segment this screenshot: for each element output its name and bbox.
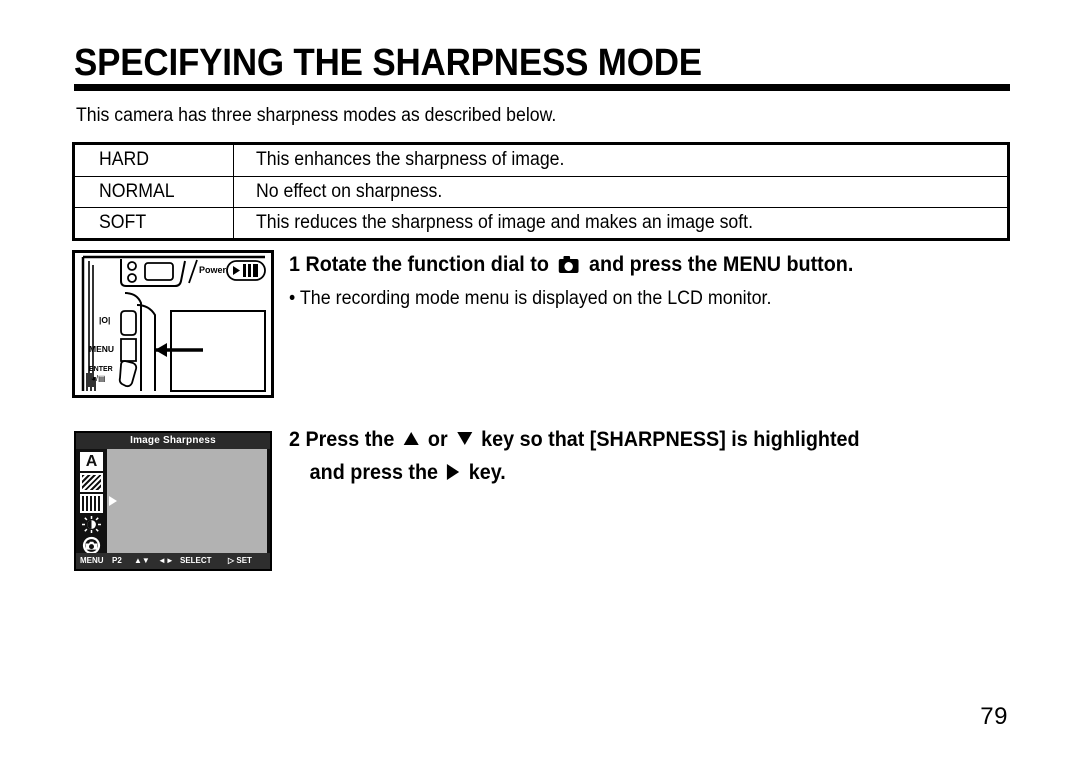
lcd-status-bar: MENU P2 ▲▼ ◄► SELECT ▷ SET [76, 553, 270, 569]
lcd-icon-column: A [76, 449, 107, 555]
menu-pointer-arrow-head [155, 343, 167, 357]
lcd-menu-illustration: Image Sharpness A MENU P2 ▲▼ ◄► SELECT ▷… [74, 431, 272, 571]
step-2-text-d: and press the [309, 461, 439, 485]
step-1-heading: 1 Rotate the function dial to and press … [289, 253, 853, 277]
mode-description: This enhances the sharpness of image. [255, 149, 564, 171]
mode-label: NORMAL [99, 180, 175, 202]
step-1-heading-after: and press the MENU button. [589, 253, 854, 276]
table-cell-mode: SOFT [75, 206, 234, 238]
table-row: HARD This enhances the sharpness of imag… [75, 145, 1007, 177]
status-page-label: P2 [112, 556, 122, 565]
step-2: 2 Press the or key so that [SHARPNESS] i… [289, 428, 896, 485]
enter-sub-label: ◕/▤ [91, 374, 106, 383]
step-2-heading-line1: 2 Press the or key so that [SHARPNESS] i… [289, 428, 860, 452]
step-1-heading-before: 1 Rotate the function dial to [289, 253, 549, 276]
page-title: SPECIFYING THE SHARPNESS MODE [74, 42, 702, 84]
arrow-down-icon [456, 432, 472, 445]
enter-button-label: ENTER [89, 366, 113, 373]
lcd-menu-content-area [107, 449, 267, 553]
camera-mode-icon [559, 256, 579, 273]
table-cell-description: This enhances the sharpness of image. [232, 145, 1007, 177]
step-2-heading-line2: and press the key. [289, 461, 860, 485]
mode-label: SOFT [99, 211, 147, 233]
manual-page: SPECIFYING THE SHARPNESS MODE This camer… [0, 0, 1080, 765]
mode-description: This reduces the sharpness of image and … [255, 211, 753, 233]
power-label: Power [199, 265, 227, 275]
lcd-menu-body: A [76, 449, 270, 555]
status-select-label: SELECT [180, 556, 212, 565]
sharpness-mode-table: HARD This enhances the sharpness of imag… [72, 142, 1010, 241]
brightness-icon[interactable] [80, 515, 103, 534]
table-cell-description: This reduces the sharpness of image and … [232, 206, 1007, 238]
menu-button-label: MENU [89, 344, 114, 354]
step-1-note: • The recording mode menu is displayed o… [289, 288, 772, 310]
step-2-text-c: key so that [SHARPNESS] is highlighted [481, 428, 860, 451]
lcd-menu-title: Image Sharpness [76, 433, 270, 449]
image-quality-icon-glyph [80, 473, 103, 492]
status-menu-label: MENU [80, 556, 104, 565]
table-row: SOFT This reduces the sharpness of image… [75, 206, 1007, 238]
lcd-selection-cursor-icon [109, 496, 117, 506]
step-1: 1 Rotate the function dial to and press … [289, 253, 889, 310]
table-cell-mode: HARD [75, 145, 234, 177]
step-2-text-e: key. [468, 461, 506, 485]
title-underline [74, 84, 1010, 91]
camera-diagram-svg: Power |O| MENU ENTER ◕/▤ [81, 255, 266, 392]
table-row: NORMAL No effect on sharpness. [75, 175, 1007, 208]
step-2-text-a: 2 Press the [289, 428, 395, 451]
status-leftright-icon: ◄► [158, 556, 174, 565]
table-cell-mode: NORMAL [75, 175, 234, 208]
image-quality-icon[interactable] [80, 473, 103, 492]
camera-back-illustration: Power |O| MENU ENTER ◕/▤ [72, 250, 274, 398]
table-cell-description: No effect on sharpness. [232, 175, 1007, 208]
auto-mode-icon-label: A [80, 452, 103, 471]
intro-text: This camera has three sharpness modes as… [76, 105, 557, 126]
status-set-label: ▷ SET [228, 556, 252, 565]
step-2-text-b: or [427, 428, 448, 451]
brightness-icon-glyph [82, 516, 101, 533]
arrow-up-icon [403, 432, 419, 445]
status-updown-icon: ▲▼ [134, 556, 150, 565]
mode-label: HARD [99, 149, 150, 171]
display-button-label: |O| [99, 315, 110, 325]
auto-mode-icon[interactable]: A [80, 452, 103, 471]
sharpness-icon[interactable] [80, 494, 103, 513]
arrow-right-icon [447, 464, 460, 481]
mode-description: No effect on sharpness. [255, 180, 442, 202]
sharpness-icon-glyph [80, 494, 103, 513]
page-number: 79 [980, 703, 1008, 730]
